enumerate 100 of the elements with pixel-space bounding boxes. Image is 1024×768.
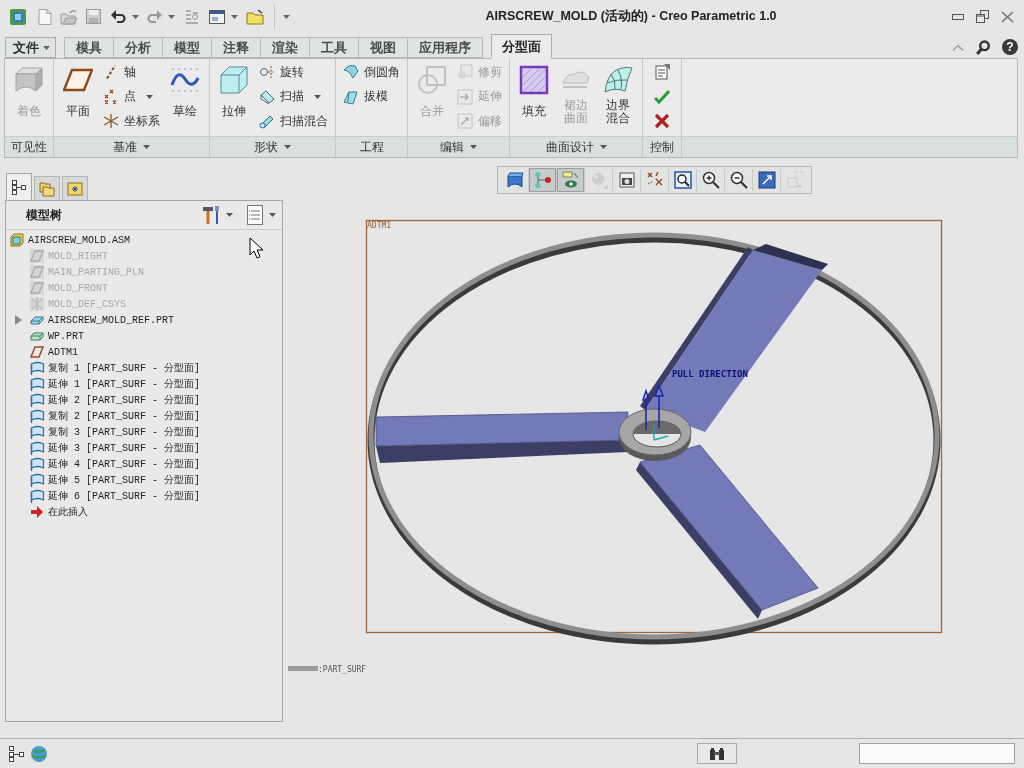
tapered-shape-icon [343,88,359,105]
ribbon-tab[interactable]: 工具 [310,37,359,58]
surface-icon [30,457,44,471]
ribbon-button[interactable]: 轴 [103,60,160,85]
pull-direction-arrow [642,383,664,431]
surface-icon [30,393,44,407]
curved-surface-icon [603,65,633,95]
axes-icon [30,297,44,311]
cross-icon [654,113,670,130]
app-logo-icon[interactable] [10,8,26,25]
ribbon-button[interactable]: 草绘 [168,59,202,126]
list-icon[interactable] [247,205,263,225]
tree-item[interactable]: ADTM1 [6,344,78,360]
restore-icon[interactable] [976,10,989,23]
parallelogram-icon [30,265,44,279]
caret-icon[interactable] [226,213,233,217]
group-label: 工程 [359,138,384,156]
expand-arrow-icon[interactable] [14,315,22,325]
ribbon-button[interactable]: 边界混合 [601,59,635,126]
surface-name-label: :PART_SURF [318,665,367,674]
surface-icon [30,361,44,375]
tree-item[interactable]: 延伸 4 [PART_SURF - 分型面] [6,456,201,472]
navigator-tab[interactable] [6,173,32,200]
surface-icon [30,425,44,439]
caret-icon[interactable] [143,145,150,149]
caret-icon[interactable] [470,145,477,149]
ribbon-button[interactable]: 旋转 [259,60,328,85]
surface-icon [30,409,44,423]
tree-item[interactable]: 延伸 1 [PART_SURF - 分型面] [6,376,201,392]
caret-icon[interactable] [599,145,607,149]
caret-icon[interactable] [283,14,290,19]
block-icon [30,329,44,343]
caret-icon[interactable] [146,94,153,99]
tree-item[interactable]: 复制 1 [PART_SURF - 分型面] [6,360,201,376]
tree-item[interactable]: AIRSCREW_MOLD.ASM [6,232,131,248]
search-icon[interactable] [976,39,990,55]
caret-icon[interactable] [132,14,139,19]
tree-item[interactable]: 在此插入 [6,504,88,520]
close-icon[interactable] [1001,10,1014,23]
ribbon-tab[interactable]: 模型 [163,37,212,58]
ribbon-button[interactable]: 平面 [61,59,95,126]
caret-icon[interactable] [168,14,175,19]
tube-icon [259,113,275,130]
ribbon-tab[interactable]: 注释 [212,37,261,58]
ribbon-button[interactable]: 填充 [517,59,551,126]
caret-icon[interactable] [314,94,321,99]
ribbon-button[interactable]: 倒圆角 [343,60,400,85]
caret-icon[interactable] [231,14,238,19]
slab-icon [30,313,44,327]
tree-item[interactable]: WP.PRT [6,328,84,344]
folder-icon[interactable] [246,8,264,25]
parallelogram-icon [30,249,44,263]
checkmark-icon [654,88,670,105]
caret-icon[interactable] [284,145,291,149]
group-label: 控制 [650,138,674,156]
curved-block-icon [505,171,524,189]
ribbon-tab[interactable]: 渲染 [261,37,310,58]
magnifier-frame-icon [673,171,692,189]
starburst-icon [103,113,119,130]
ribbon-button[interactable]: 拉伸 [217,59,251,126]
diagonal-arrow-square-icon [457,113,473,130]
ribbon-tab[interactable]: 应用程序 [408,37,483,58]
tools-icon[interactable] [202,205,220,225]
tree-item[interactable]: 延伸 3 [PART_SURF - 分型面] [6,440,201,456]
caret-icon [43,45,50,50]
tree-item[interactable]: 延伸 6 [PART_SURF - 分型面] [6,488,201,504]
caret-icon[interactable] [269,213,276,217]
curved-corner-icon [343,64,359,81]
ribbon-tab[interactable]: 分析 [114,37,163,58]
ribbon-button[interactable]: 点 [103,84,160,109]
ribbon-button[interactable]: 坐标系 [103,109,160,134]
undo-icon[interactable] [111,10,126,23]
tree-item[interactable]: 延伸 2 [PART_SURF - 分型面] [6,392,201,408]
ribbon-button[interactable]: 扫描 [259,84,328,109]
cube-icon [10,233,24,247]
arrow-square-icon [457,88,473,105]
tree-item[interactable]: 延伸 5 [PART_SURF - 分型面] [6,472,201,488]
help-button[interactable]: ? [1002,39,1018,55]
surface-icon [30,377,44,391]
window-icon[interactable] [209,9,225,24]
hierarchy-icon[interactable] [8,744,26,763]
tree-item[interactable]: AIRSCREW_MOLD_REF.PRT [6,312,175,328]
tree-item[interactable]: 复制 2 [PART_SURF - 分型面] [6,408,201,424]
ribbon-button[interactable]: 扫描混合 [259,109,328,134]
zoom-out-icon [729,171,748,189]
camera-icon [617,171,636,189]
filter-button[interactable] [697,743,737,764]
ribbon-tab[interactable]: 视图 [359,37,408,58]
cross-marks-icon [103,88,119,105]
arrow-icon [30,505,44,519]
status-field[interactable] [859,743,1015,764]
panel-title: 模型树 [26,206,63,224]
folders-icon [39,180,55,197]
ribbon-tab[interactable]: 模具 [64,37,114,58]
ribbon-tab[interactable]: 分型面 [491,34,552,59]
tree-item[interactable]: 复制 3 [PART_SURF - 分型面] [6,424,201,440]
minimize-icon[interactable] [952,13,964,20]
ribbon-button[interactable]: 拔模 [343,84,400,109]
blurred-text-drawing [288,666,318,671]
file-menu-button[interactable]: 文件 [5,37,56,58]
